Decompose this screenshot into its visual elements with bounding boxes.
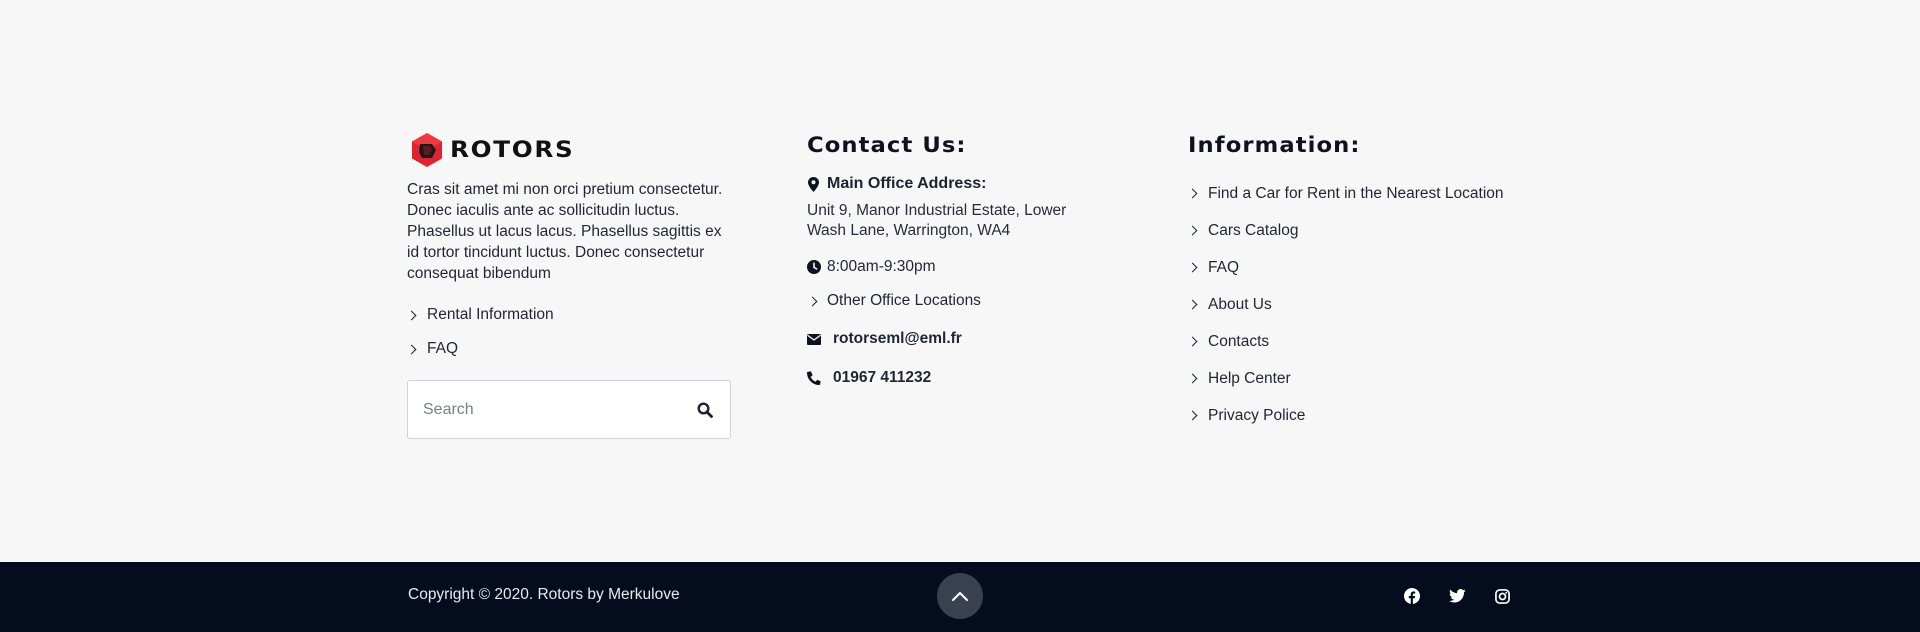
link-rental-information[interactable]: Rental Information (406, 298, 737, 332)
link-about-us[interactable]: About Us (1187, 286, 1548, 323)
information-column: Information: Find a Car for Rent in the … (1187, 128, 1548, 434)
link-contacts[interactable]: Contacts (1187, 323, 1548, 360)
link-label: Contacts (1208, 332, 1270, 350)
chevron-up-icon (952, 592, 968, 601)
chevron-right-icon (1187, 262, 1198, 273)
link-label: Cars Catalog (1208, 221, 1299, 239)
contact-heading: Contact Us: (807, 133, 967, 157)
phone-text: 01967 411232 (833, 369, 932, 386)
clock-icon (807, 259, 821, 275)
chevron-right-icon (1187, 188, 1198, 199)
social-links (1403, 587, 1511, 605)
search-input[interactable] (423, 400, 695, 419)
link-label: Find a Car for Rent in the Nearest Locat… (1208, 184, 1504, 202)
chevron-right-icon (807, 296, 818, 306)
phone-icon (807, 370, 821, 386)
link-faq[interactable]: FAQ (406, 332, 737, 366)
link-label: Other Office Locations (827, 292, 981, 309)
search-box (407, 380, 731, 439)
link-label: About Us (1208, 295, 1272, 313)
link-find-a-car[interactable]: Find a Car for Rent in the Nearest Locat… (1187, 175, 1548, 212)
chevron-right-icon (1187, 410, 1198, 421)
email-text: rotorseml@eml.fr (833, 330, 962, 347)
envelope-icon (807, 331, 821, 347)
about-links: Rental Information FAQ (406, 298, 737, 366)
copyright-text: Copyright © 2020. Rotors by Merkulove (408, 586, 680, 603)
chevron-right-icon (1187, 299, 1198, 310)
chevron-right-icon (406, 310, 417, 320)
chevron-right-icon (1187, 373, 1198, 384)
link-label: FAQ (427, 340, 459, 357)
link-label: Privacy Police (1208, 406, 1306, 424)
main-office-title: Main Office Address: (807, 175, 1137, 193)
main-office-label: Main Office Address: (827, 175, 987, 192)
information-heading: Information: (1188, 133, 1361, 157)
facebook-icon[interactable] (1403, 587, 1421, 605)
chevron-right-icon (1187, 336, 1198, 347)
link-cars-catalog[interactable]: Cars Catalog (1187, 212, 1548, 249)
main-office-address: Unit 9, Manor Industrial Estate, Lower W… (807, 202, 1067, 239)
link-label: Rental Information (427, 306, 554, 323)
footer-main: ROTORS Cras sit amet mi non orci pretium… (0, 0, 1920, 562)
link-label: Help Center (1208, 369, 1291, 387)
scroll-to-top-button[interactable] (937, 573, 983, 619)
phone-link[interactable]: 01967 411232 (807, 369, 1137, 387)
chevron-right-icon (1187, 225, 1198, 236)
about-column: ROTORS Cras sit amet mi non orci pretium… (406, 128, 737, 439)
hexagon-logo-icon (412, 133, 442, 167)
email-link[interactable]: rotorseml@eml.fr (807, 330, 1137, 348)
office-hours-text: 8:00am-9:30pm (827, 258, 936, 275)
link-label: FAQ (1208, 258, 1240, 276)
brand-name: ROTORS (450, 137, 575, 163)
about-text: Cras sit amet mi non orci pretium consec… (407, 181, 723, 282)
link-other-office-locations[interactable]: Other Office Locations (807, 292, 1137, 310)
link-faq[interactable]: FAQ (1187, 249, 1548, 286)
search-icon[interactable] (695, 400, 715, 420)
link-privacy-police[interactable]: Privacy Police (1187, 397, 1548, 434)
instagram-icon[interactable] (1493, 587, 1511, 605)
brand-logo[interactable]: ROTORS (407, 129, 737, 171)
twitter-icon[interactable] (1448, 587, 1466, 605)
contact-column: Contact Us: Main Office Address: Unit 9,… (807, 128, 1137, 387)
map-pin-icon (807, 176, 819, 192)
office-hours: 8:00am-9:30pm (807, 258, 1137, 276)
information-links: Find a Car for Rent in the Nearest Locat… (1187, 175, 1548, 434)
chevron-right-icon (406, 344, 417, 354)
link-help-center[interactable]: Help Center (1187, 360, 1548, 397)
footer-bottom-bar: Copyright © 2020. Rotors by Merkulove (0, 562, 1920, 632)
